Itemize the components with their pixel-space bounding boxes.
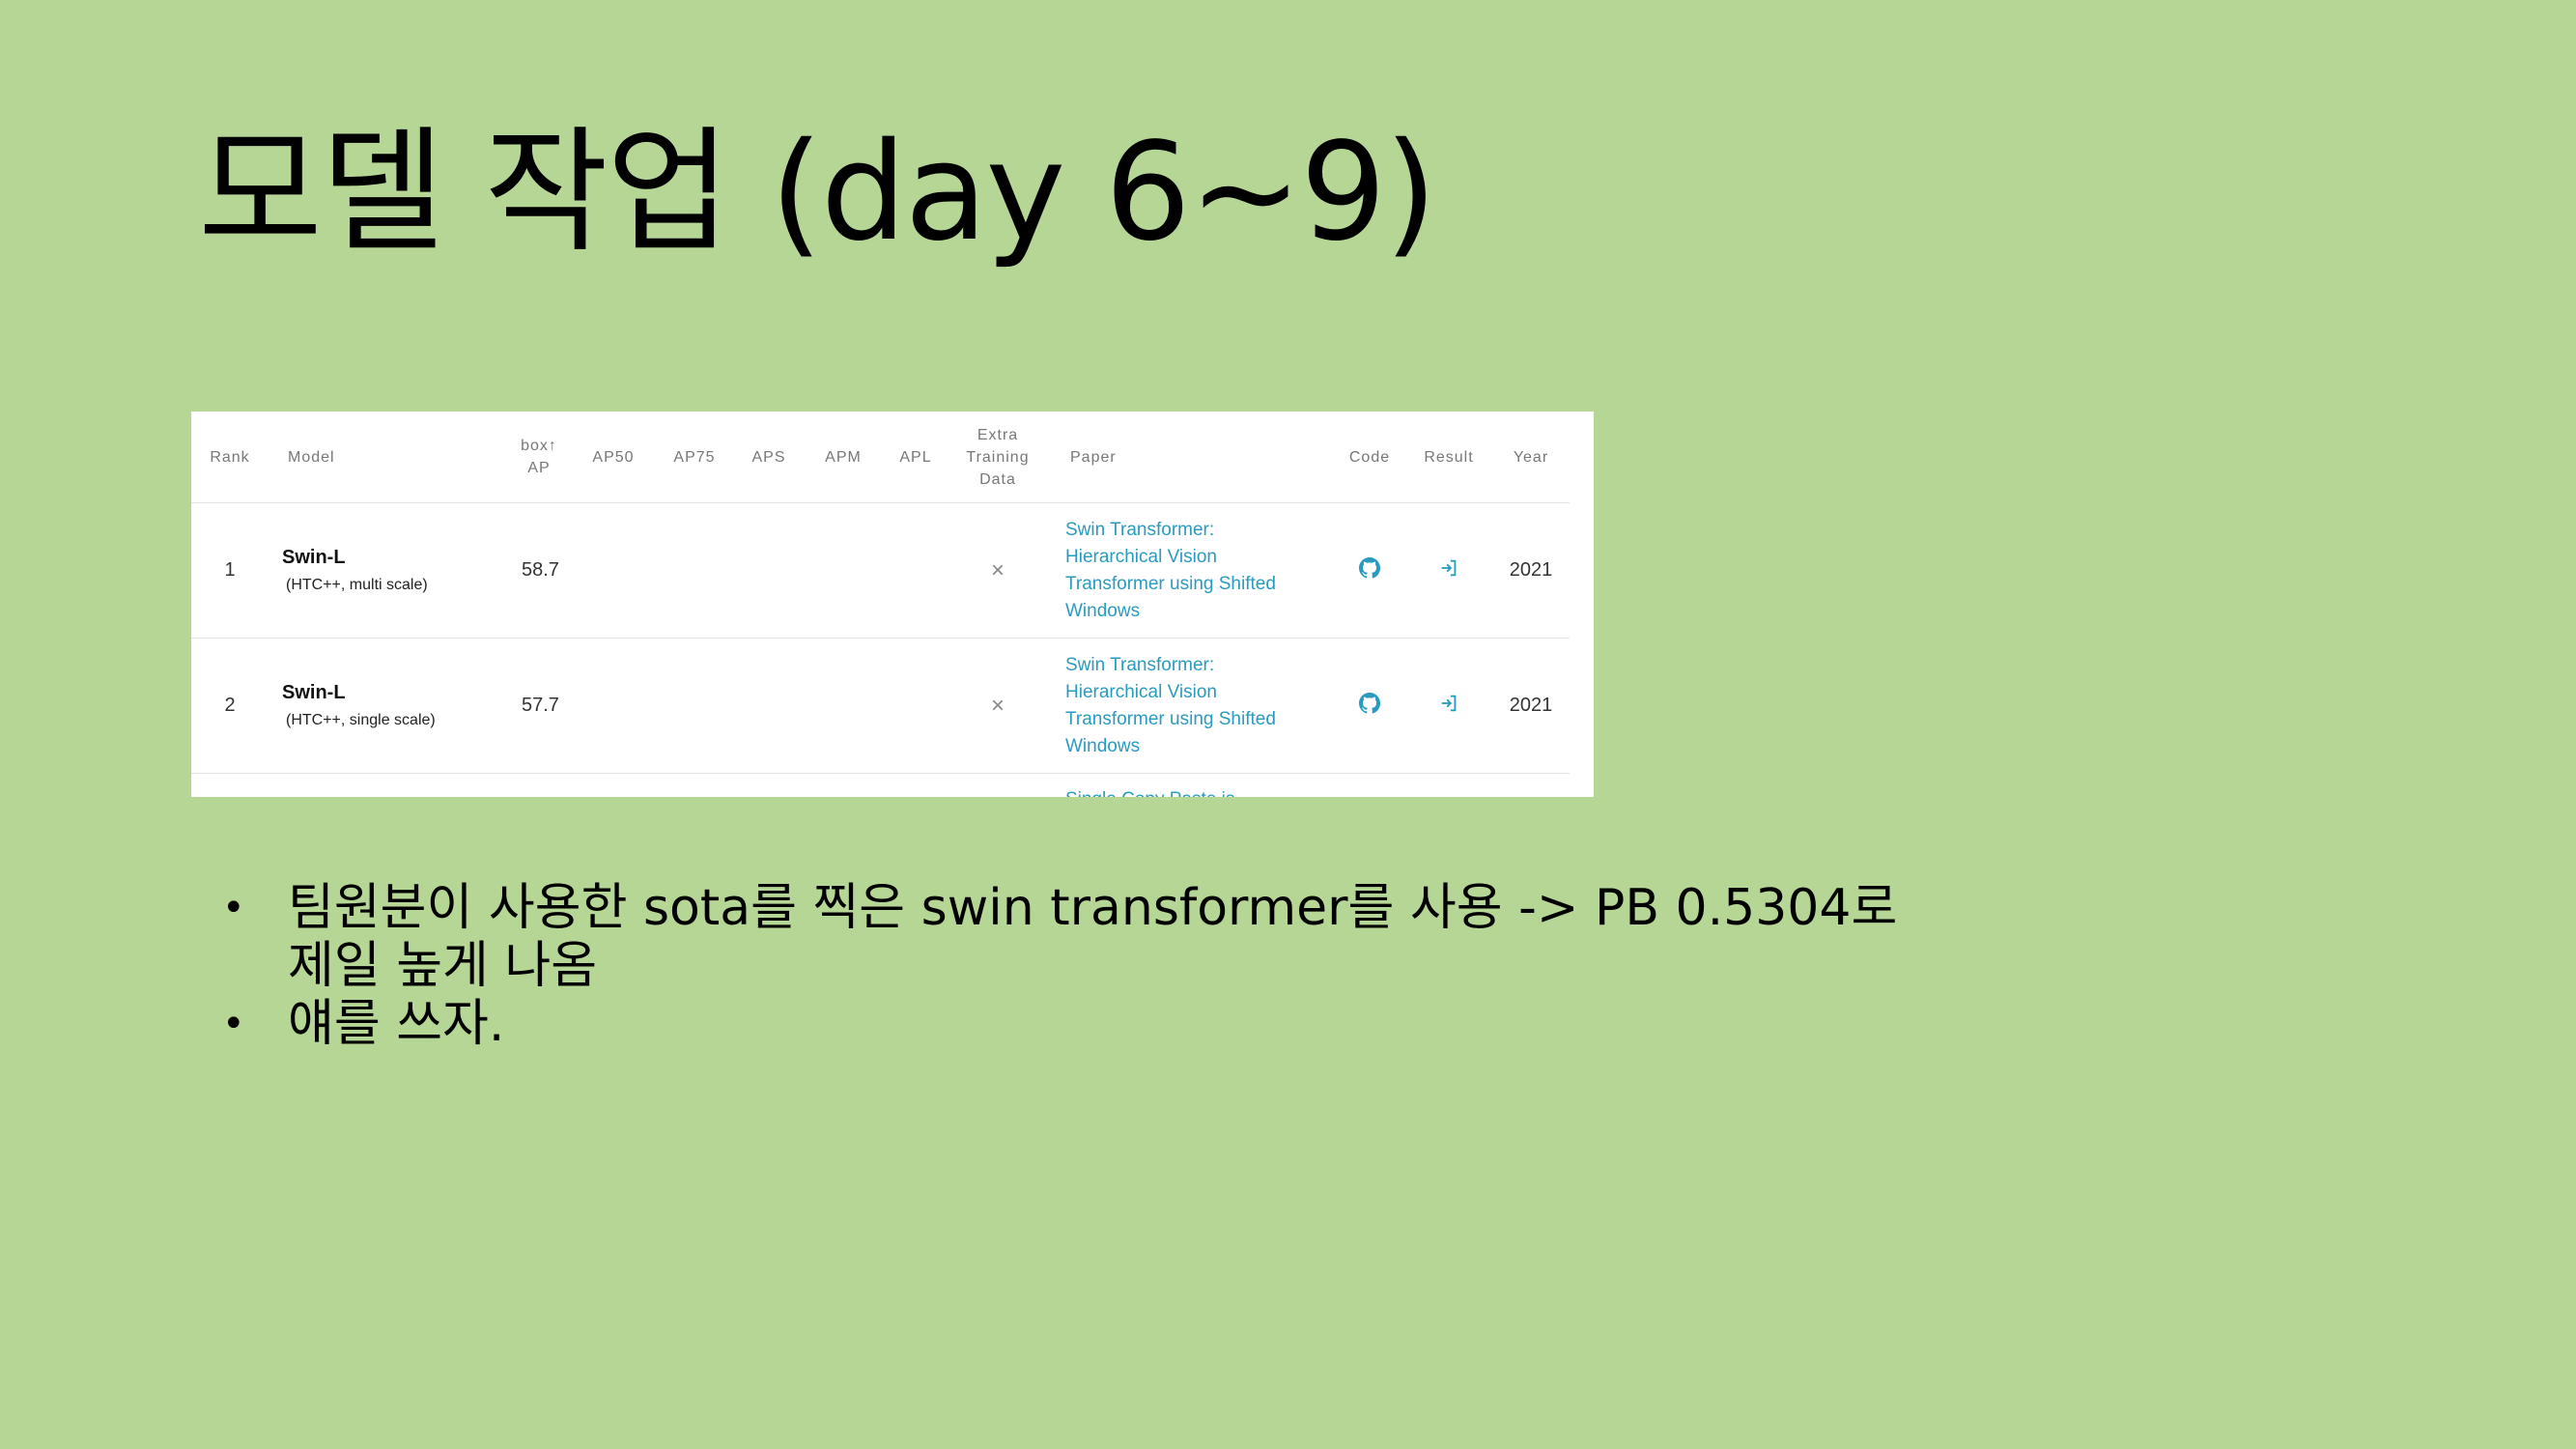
model-cell: Swin-L (HTC++, single scale) <box>282 639 504 773</box>
header-ap50[interactable]: AP50 <box>589 412 637 502</box>
bullet-dot-icon: • <box>222 1002 245 1046</box>
header-extra-training-data: Extra Training Data <box>966 426 1030 488</box>
table-row: 2 Swin-L (HTC++, single scale) 57.7 × Sw… <box>191 639 1570 774</box>
extra-data-no-icon: × <box>990 692 1005 719</box>
model-detail: (HTC++, multi scale) <box>286 577 428 593</box>
header-model: Model <box>288 448 335 466</box>
slide-title: 모델 작업 (day 6~9) <box>198 114 1437 271</box>
model-name[interactable]: Swin-L <box>282 682 436 704</box>
paper-cell: Swin Transformer: Hierarchical Vision Tr… <box>1065 503 1316 638</box>
extra-data-no-icon: × <box>990 556 1005 583</box>
partial-paper-link[interactable]: Single Copy Paste is <box>1065 789 1234 797</box>
result-cell <box>1420 503 1478 638</box>
header-rank: Rank <box>210 448 250 466</box>
model-detail: (HTC++, single scale) <box>286 712 436 728</box>
header-result: Result <box>1424 448 1474 466</box>
header-ap75[interactable]: AP75 <box>670 412 719 502</box>
paper-link[interactable]: Swin Transformer: Hierarchical Vision Tr… <box>1065 517 1297 625</box>
box-ap-cell: 58.7 <box>522 559 559 581</box>
github-icon[interactable] <box>1359 556 1381 584</box>
header-paper: Paper <box>1070 448 1117 466</box>
result-cell <box>1420 639 1478 773</box>
paper-link[interactable]: Swin Transformer: Hierarchical Vision Tr… <box>1065 652 1297 760</box>
rank-cell: 1 <box>224 559 236 581</box>
rank-cell: 2 <box>224 695 236 716</box>
bullet-text: 팀원분이 사용한 sota를 찍은 swin transformer를 사용 -… <box>288 879 1898 995</box>
bullet-list: • 팀원분이 사용한 sota를 찍은 swin transformer를 사용… <box>222 879 1912 1053</box>
bullet-item: • 팀원분이 사용한 sota를 찍은 swin transformer를 사용… <box>222 879 1912 995</box>
header-aps[interactable]: APS <box>750 412 788 502</box>
bullet-dot-icon: • <box>222 886 245 930</box>
bullet-item: • 얘를 쓰자. <box>222 995 1912 1053</box>
leaderboard-table-screenshot: Rank Model box↑ AP AP50 AP75 APS APM APL… <box>191 412 1594 797</box>
login-arrow-icon[interactable] <box>1438 693 1459 720</box>
header-apl[interactable]: APL <box>896 412 935 502</box>
header-box-ap[interactable]: box↑ AP <box>520 412 558 502</box>
model-cell: Swin-L (HTC++, multi scale) <box>282 503 504 638</box>
code-cell <box>1345 639 1394 773</box>
login-arrow-icon[interactable] <box>1438 557 1459 584</box>
year-cell: 2021 <box>1509 695 1553 716</box>
header-code: Code <box>1348 448 1391 466</box>
header-year: Year <box>1513 448 1549 466</box>
box-ap-cell: 57.7 <box>522 695 559 716</box>
github-icon[interactable] <box>1359 692 1381 720</box>
code-cell <box>1345 503 1394 638</box>
model-name[interactable]: Swin-L <box>282 547 428 569</box>
header-apm[interactable]: APM <box>819 412 867 502</box>
bullet-text: 얘를 쓰자. <box>288 995 505 1053</box>
paper-cell: Swin Transformer: Hierarchical Vision Tr… <box>1065 639 1316 773</box>
table-row: 1 Swin-L (HTC++, multi scale) 58.7 × Swi… <box>191 503 1570 639</box>
year-cell: 2021 <box>1509 559 1553 581</box>
table-header: Rank Model box↑ AP AP50 AP75 APS APM APL… <box>191 412 1570 503</box>
